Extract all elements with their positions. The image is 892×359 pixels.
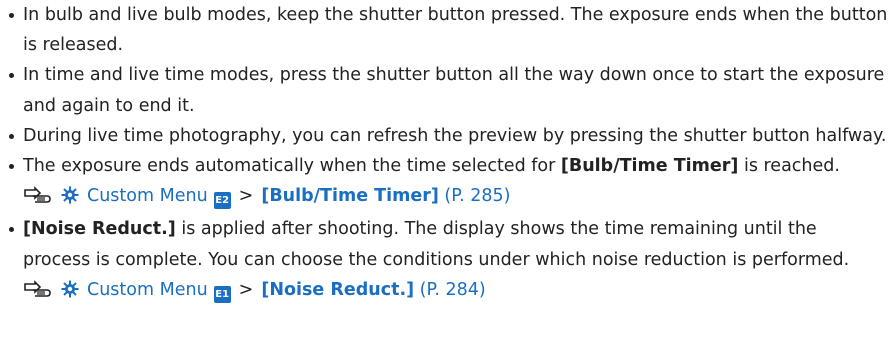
list-item: In time and live time modes, press the s… <box>9 60 889 120</box>
manual-page: In bulb and live bulb modes, keep the sh… <box>0 0 892 359</box>
custom-menu-link[interactable]: Custom Menu <box>87 186 208 206</box>
list-item: [Noise Reduct.] is applied after shootin… <box>9 214 889 308</box>
bullet-dot <box>9 133 14 139</box>
bullet-dot <box>9 227 14 233</box>
bullet-text: The exposure ends automatically when the… <box>23 156 561 177</box>
gear-icon <box>61 184 79 214</box>
menu-tab-badge: E2 <box>213 192 231 210</box>
bullet-text: During live time photography, you can re… <box>23 125 887 146</box>
bullet-dot <box>9 73 14 79</box>
custom-menu-link[interactable]: Custom Menu <box>87 280 208 300</box>
bullet-list: In bulb and live bulb modes, keep the sh… <box>9 0 889 308</box>
menu-tab-badge: E1 <box>213 285 231 303</box>
bullet-text: In bulb and live bulb modes, keep the sh… <box>23 5 888 56</box>
page-reference-link[interactable]: (P. 285) <box>444 186 510 206</box>
menu-item-link[interactable]: [Noise Reduct.] <box>261 280 414 300</box>
path-separator: > <box>238 279 254 300</box>
bold-setting-name: [Noise Reduct.] <box>23 219 176 240</box>
list-item: During live time photography, you can re… <box>9 121 889 151</box>
page-reference-link[interactable]: (P. 284) <box>420 280 486 300</box>
bullet-text: is reached. <box>738 156 840 177</box>
reference-icon <box>23 278 53 308</box>
bullet-dot <box>9 13 14 18</box>
menu-item-link[interactable]: [Bulb/Time Timer] <box>261 186 439 206</box>
bullet-dot <box>9 164 14 170</box>
path-separator: > <box>238 186 254 207</box>
bold-setting-name: [Bulb/Time Timer] <box>560 156 739 177</box>
gear-icon <box>61 278 79 308</box>
bullet-text: In time and live time modes, press the s… <box>23 65 885 116</box>
list-item: In bulb and live bulb modes, keep the sh… <box>9 0 889 60</box>
reference-icon <box>23 184 53 214</box>
list-item: The exposure ends automatically when the… <box>9 151 889 214</box>
